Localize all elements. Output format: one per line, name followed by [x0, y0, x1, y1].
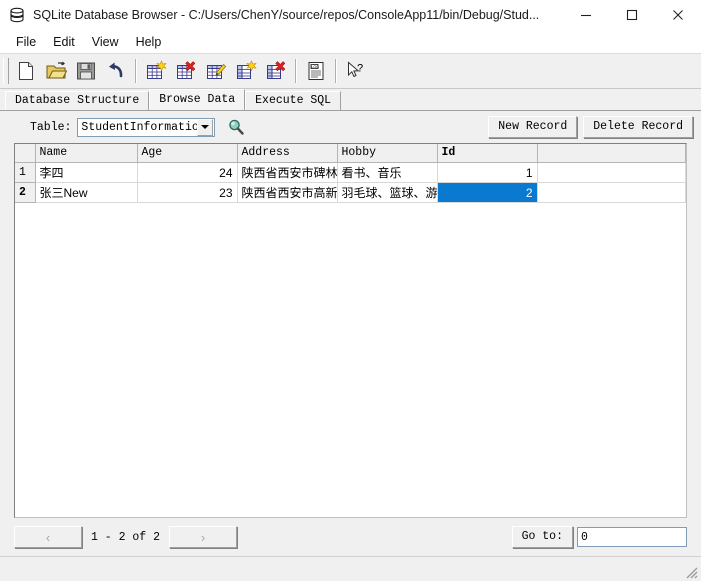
whats-this-icon: ?: [345, 60, 367, 82]
cell-address-1[interactable]: 陕西省西安市碑林: [237, 162, 338, 183]
magnifier-icon: [227, 118, 245, 136]
table-select-value: StudentInformation: [81, 120, 198, 134]
window-controls: [563, 0, 701, 30]
table-row[interactable]: 2 张三New 23 陕西省西安市高新 羽毛球、篮球、游 2: [15, 182, 686, 203]
data-grid[interactable]: Name Age Address Hobby Id 1 李四 24 陕西省西安市…: [14, 143, 687, 518]
table-select[interactable]: StudentInformation: [77, 117, 216, 137]
pagination-bar: ‹ 1 - 2 of 2 › Go to: 0: [0, 518, 701, 556]
cell-id-1[interactable]: 1: [437, 162, 538, 183]
create-index-button[interactable]: [231, 56, 261, 86]
menu-help[interactable]: Help: [128, 33, 171, 51]
new-record-button[interactable]: New Record: [488, 116, 578, 138]
create-index-icon: [235, 60, 257, 82]
cell-address-2[interactable]: 陕西省西安市高新: [237, 182, 338, 203]
cell-age-2[interactable]: 23: [137, 182, 238, 203]
delete-table-button[interactable]: [171, 56, 201, 86]
create-table-button[interactable]: [141, 56, 171, 86]
delete-index-icon: [265, 60, 287, 82]
create-table-icon: [145, 60, 167, 82]
window-title: SQLite Database Browser - C:/Users/ChenY…: [33, 8, 540, 22]
log-icon: LOG: [305, 60, 327, 82]
titlebar: SQLite Database Browser - C:/Users/ChenY…: [0, 0, 701, 30]
save-database-icon: [75, 60, 97, 82]
minimize-button[interactable]: [563, 0, 609, 30]
browse-toolbar-row: Table: StudentInformation New Record Del…: [0, 111, 701, 143]
column-header-hobby[interactable]: Hobby: [337, 144, 438, 163]
close-button[interactable]: [655, 0, 701, 30]
statusbar: [0, 556, 701, 581]
open-database-icon: [45, 60, 67, 82]
menu-view[interactable]: View: [84, 33, 128, 51]
modify-table-button[interactable]: [201, 56, 231, 86]
next-page-button[interactable]: ›: [169, 526, 238, 548]
toolbar-separator-3: [335, 59, 337, 83]
open-database-button[interactable]: [41, 56, 71, 86]
search-button[interactable]: [223, 116, 250, 138]
resize-grip-icon[interactable]: [683, 564, 699, 580]
menu-file[interactable]: File: [8, 33, 45, 51]
record-range-label: 1 - 2 of 2: [91, 530, 161, 544]
save-database-button[interactable]: [71, 56, 101, 86]
modify-table-icon: [205, 60, 227, 82]
toolbar-drag-handle[interactable]: [3, 58, 9, 84]
tab-browse-data[interactable]: Browse Data: [149, 89, 246, 110]
tabstrip: Database Structure Browse Data Execute S…: [0, 89, 701, 110]
records-table: Name Age Address Hobby Id 1 李四 24 陕西省西安市…: [15, 144, 686, 203]
column-header-age[interactable]: Age: [137, 144, 238, 163]
svg-text:LOG: LOG: [311, 65, 319, 69]
cell-name-1[interactable]: 李四: [35, 162, 138, 183]
cell-name-2[interactable]: 张三New: [35, 182, 138, 203]
cell-filler-2: [537, 182, 686, 203]
chevron-down-icon[interactable]: [197, 118, 214, 136]
delete-record-button[interactable]: Delete Record: [583, 116, 693, 138]
column-header-filler: [537, 144, 686, 163]
svg-text:?: ?: [357, 63, 363, 75]
toolbar-separator-1: [135, 59, 137, 83]
row-header-1[interactable]: 1: [15, 162, 36, 183]
table-label: Table:: [30, 120, 72, 134]
new-database-icon: [15, 60, 37, 82]
table-header-row: Name Age Address Hobby Id: [15, 144, 686, 163]
goto-button[interactable]: Go to:: [511, 526, 573, 548]
menubar: File Edit View Help: [0, 30, 701, 54]
tab-execute-sql[interactable]: Execute SQL: [245, 91, 342, 110]
row-header-2[interactable]: 2: [15, 182, 36, 203]
menu-edit[interactable]: Edit: [45, 33, 84, 51]
grid-corner-header[interactable]: [15, 144, 36, 163]
maximize-button[interactable]: [609, 0, 655, 30]
delete-index-button[interactable]: [261, 56, 291, 86]
browse-data-panel: Table: StudentInformation New Record Del…: [0, 110, 701, 556]
column-header-name[interactable]: Name: [35, 144, 138, 163]
cell-hobby-1[interactable]: 看书、音乐: [337, 162, 438, 183]
whats-this-button[interactable]: ?: [341, 56, 371, 86]
previous-page-button[interactable]: ‹: [14, 526, 82, 548]
sqlite-browser-window: SQLite Database Browser - C:/Users/ChenY…: [0, 0, 701, 581]
delete-table-icon: [175, 60, 197, 82]
cell-filler-1: [537, 162, 686, 183]
database-icon: [9, 7, 25, 23]
log-button[interactable]: LOG: [301, 56, 331, 86]
toolbar-separator-2: [295, 59, 297, 83]
cell-hobby-2[interactable]: 羽毛球、篮球、游: [337, 182, 438, 203]
column-header-address[interactable]: Address: [237, 144, 338, 163]
goto-input[interactable]: 0: [577, 527, 687, 547]
cell-id-2[interactable]: 2: [437, 182, 538, 203]
toolbar: LOG ?: [0, 54, 701, 89]
cell-age-1[interactable]: 24: [137, 162, 238, 183]
revert-changes-icon: [105, 60, 127, 82]
column-header-id[interactable]: Id: [437, 144, 538, 163]
new-database-button[interactable]: [11, 56, 41, 86]
revert-changes-button[interactable]: [101, 56, 131, 86]
tab-database-structure[interactable]: Database Structure: [5, 91, 150, 110]
table-row[interactable]: 1 李四 24 陕西省西安市碑林 看书、音乐 1: [15, 162, 686, 183]
